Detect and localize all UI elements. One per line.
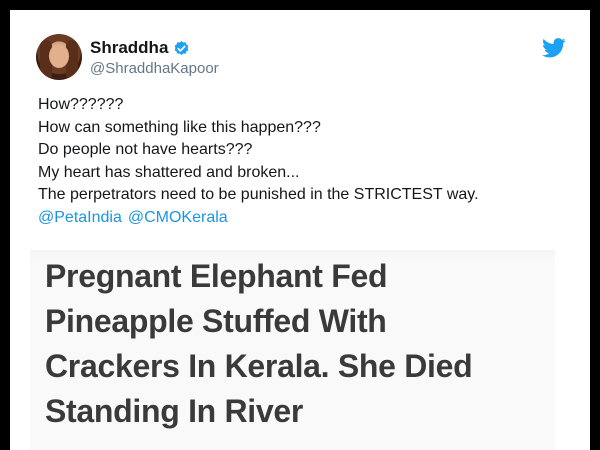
mention-link-petaindia[interactable]: @PetaIndia xyxy=(38,209,122,226)
headline-line: Pineapple Stuffed With xyxy=(45,303,387,339)
tweet-text: How?????? How can something like this ha… xyxy=(38,94,479,229)
tweet-line: How can something like this happen??? xyxy=(38,118,321,136)
verified-badge-icon xyxy=(173,40,190,57)
mention-link-cmokerala[interactable]: @CMOKerala xyxy=(128,209,228,226)
headline-line: Crackers In Kerala. She Died xyxy=(45,348,473,384)
tweet-line: The perpetrators need to be punished in … xyxy=(38,186,479,203)
article-headline: Pregnant Elephant Fed Pineapple Stuffed … xyxy=(45,254,473,434)
tweet-line: Do people not have hearts??? xyxy=(38,141,253,158)
tweet-line: How?????? xyxy=(38,96,124,113)
headline-line: Standing In River xyxy=(45,393,304,429)
author-row: Shraddha xyxy=(90,38,190,58)
author-handle[interactable]: @ShraddhaKapoor xyxy=(90,60,219,77)
headline-line: Pregnant Elephant Fed xyxy=(45,258,388,294)
avatar[interactable] xyxy=(36,34,82,80)
tweet-line: My heart has shattered and broken... xyxy=(38,163,300,181)
twitter-bird-icon[interactable] xyxy=(542,38,566,58)
mentions-line: @PetaIndia @CMOKerala xyxy=(38,207,479,230)
author-name[interactable]: Shraddha xyxy=(90,38,168,58)
